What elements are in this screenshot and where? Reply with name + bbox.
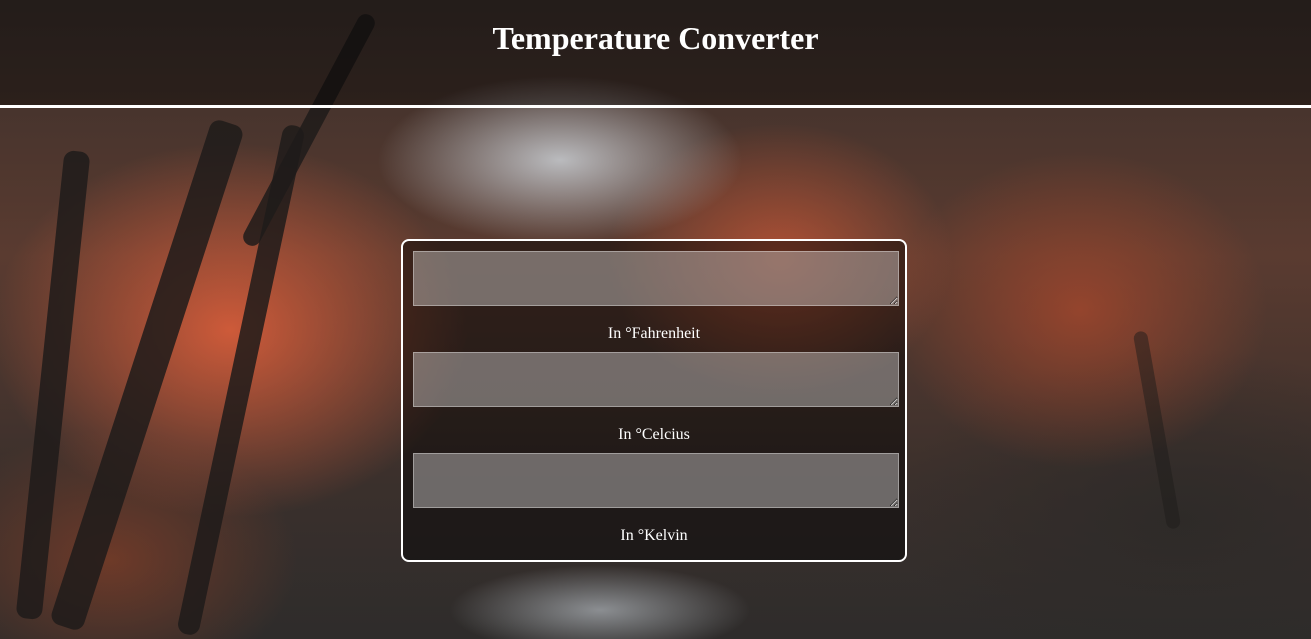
fahrenheit-input[interactable]: [413, 251, 899, 306]
kelvin-label: In °Kelvin: [620, 527, 688, 544]
header-bar: Temperature Converter: [0, 0, 1311, 108]
celcius-input[interactable]: [413, 352, 899, 407]
converter-panel: In °Fahrenheit In °Celcius In °Kelvin: [401, 239, 907, 562]
fahrenheit-label: In °Fahrenheit: [607, 325, 701, 342]
tree-trunk: [1132, 330, 1182, 530]
page-title: Temperature Converter: [492, 20, 819, 56]
kelvin-input[interactable]: [413, 453, 899, 508]
celcius-label: In °Celcius: [618, 426, 690, 443]
